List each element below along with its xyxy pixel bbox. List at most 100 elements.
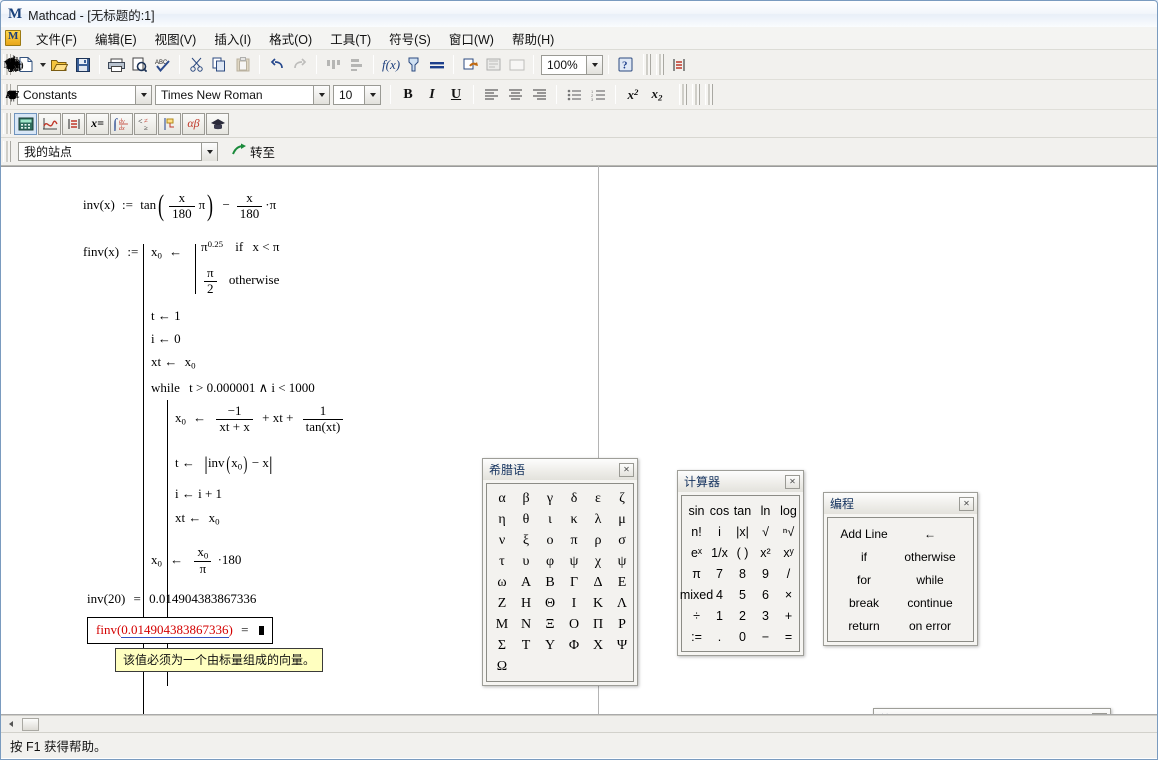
calculator-key[interactable]: n! [685,521,708,542]
greek-key[interactable]: Α [514,572,538,593]
programming-key[interactable]: ← [897,522,963,545]
insert-component-icon[interactable] [482,54,505,76]
programming-key[interactable]: if [831,545,897,568]
calculator-key[interactable]: ⁿ√ [777,521,800,542]
align-right-icon[interactable] [527,84,551,106]
calculator-key[interactable]: 6 [754,584,777,605]
go-button[interactable]: 转至 [226,139,281,164]
chevron-down-icon[interactable] [586,55,602,74]
insert-area-icon[interactable] [505,54,528,76]
calculator-key[interactable]: 8 [731,563,754,584]
font-combo[interactable]: Times New Roman [155,84,330,105]
greek-key[interactable]: σ [610,530,634,551]
greek-key[interactable]: π [562,530,586,551]
copy-icon[interactable] [208,54,231,76]
menu-window[interactable]: 窗口(W) [440,26,503,51]
chevron-down-icon[interactable] [313,85,329,104]
insert-function-icon[interactable]: f(x) [379,54,402,76]
menu-insert[interactable]: 插入(I) [205,26,260,51]
greek-key[interactable]: ψ [562,551,586,572]
calculator-key[interactable]: log [777,500,800,521]
program-line-i-init[interactable]: i ← 0 [151,331,181,347]
calculator-key[interactable]: / [777,563,800,584]
greek-key[interactable]: Ι [562,593,586,614]
greek-key[interactable]: ε [586,488,610,509]
programming-key[interactable]: Add Line [831,522,897,545]
print-icon[interactable] [105,54,128,76]
help-icon[interactable]: ? [614,54,637,76]
scroll-left-arrow-icon[interactable] [3,717,18,732]
calculus-toolbar-grip[interactable] [643,54,651,75]
global-definition-icon[interactable]: ≡ [1,84,24,106]
region-inv-evaluation[interactable]: inv(20) = 0.014904383867336 [87,591,256,607]
greek-key[interactable]: Ζ [490,593,514,614]
greek-key[interactable]: ψ [610,551,634,572]
programming-palette[interactable]: 编程 ✕ Add Line ← if otherwise for while break co… [823,492,978,646]
greek-key[interactable]: λ [586,509,610,530]
calculator-key[interactable]: i [708,521,731,542]
matrix-palette-button[interactable] [62,112,85,135]
close-icon[interactable]: ✕ [959,496,974,511]
program-line-xt-update[interactable]: xt ← x0 [175,510,220,526]
symbolic-palette[interactable]: 符号 ✕ →▪→Modifiersfloatrectangularassumes… [873,708,1111,714]
boolean-palette-button[interactable]: < ≠ ≥ [134,112,157,135]
calculator-key[interactable]: 5 [731,584,754,605]
programming-key[interactable]: for [831,568,897,591]
bold-button[interactable]: B [396,84,420,106]
print-preview-icon[interactable] [128,54,151,76]
evaluation-palette-button[interactable]: x= [86,112,109,135]
calculator-key[interactable]: cos [708,500,731,521]
insert-unit-icon[interactable] [402,54,425,76]
greek-key[interactable]: υ [514,551,538,572]
greek-key[interactable]: Ψ [610,635,634,656]
greek-key[interactable]: ξ [514,530,538,551]
greek-key[interactable]: Ξ [538,614,562,635]
address-toolbar-grip[interactable] [3,141,11,162]
calculator-key[interactable]: tan [731,500,754,521]
italic-button[interactable]: I [420,84,444,106]
undo-icon[interactable] [265,54,288,76]
font-size-combo[interactable]: 10 [333,84,381,105]
calculator-key[interactable]: mixed [680,584,713,605]
menu-format[interactable]: 格式(O) [260,26,321,51]
calculator-key[interactable]: 0 [731,626,754,647]
program-cond-if[interactable]: π0.25 if x < π [201,239,279,255]
menu-symbolics[interactable]: 符号(S) [380,26,440,51]
chevron-down-icon[interactable] [201,143,217,161]
programming-palette-button[interactable] [158,112,181,135]
programming-key[interactable]: break [831,591,897,614]
programming-key[interactable]: return [831,614,897,637]
open-icon[interactable] [48,54,71,76]
cut-icon[interactable] [185,54,208,76]
insert-matrix-icon[interactable] [667,54,690,76]
greek-key[interactable]: Π [586,614,610,635]
programming-key[interactable]: continue [897,591,963,614]
greek-key[interactable]: Λ [610,593,634,614]
greek-key[interactable]: ν [490,530,514,551]
horizontal-scrollbar[interactable] [1,715,1157,732]
programming-key[interactable]: while [897,568,963,591]
program-line-while[interactable]: while t > 0.000001 ∧ i < 1000 [151,380,315,396]
matrix-toolbar-grip[interactable] [656,54,664,75]
program-line-xt-init[interactable]: xt ← x0 [151,354,196,370]
calculator-palette[interactable]: 计算器 ✕ sin cos tan ln log n! i |x| √ ⁿ√ eˣ 1/x( ) x² x… [677,470,804,656]
programming-key[interactable]: on error [897,614,963,637]
greek-key[interactable]: ι [538,509,562,530]
graph-palette-button[interactable] [38,112,61,135]
calculator-key[interactable]: sin [685,500,708,521]
align-left-icon[interactable] [479,84,503,106]
programming-key[interactable]: otherwise [897,545,963,568]
calculator-key[interactable]: . [708,626,731,647]
program-line-x0-init[interactable]: x0 ← [151,244,182,260]
close-icon[interactable]: ✕ [785,474,800,489]
greek-key[interactable]: η [490,509,514,530]
calculator-key[interactable]: x² [754,542,777,563]
greek-key[interactable]: ο [538,530,562,551]
calculator-key[interactable]: 4 [708,584,731,605]
numbered-list-icon[interactable]: 123 [586,84,610,106]
greek-key[interactable]: Μ [490,614,514,635]
calculator-key[interactable]: 9 [754,563,777,584]
insert-hyperlink-icon[interactable] [459,54,482,76]
greek-key[interactable]: Κ [586,593,610,614]
paste-icon[interactable] [231,54,254,76]
